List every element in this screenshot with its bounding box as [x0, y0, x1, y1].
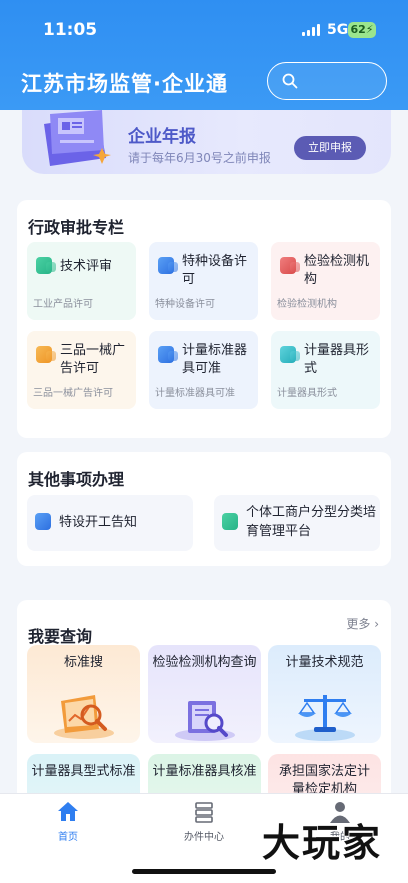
annual-report-banner[interactable]: 企业年报 请于每年6月30号之前申报 立即申报: [22, 110, 391, 174]
more-link[interactable]: 更多 ›: [346, 615, 379, 632]
signal-icon: [302, 24, 322, 36]
tile-ad-license[interactable]: 三品一械广告许可 三品一械广告许可: [27, 331, 136, 409]
magnifier-chart-icon: [54, 695, 114, 739]
other-section-title: 其他事项办理: [28, 470, 125, 489]
tile-sublabel: 三品一械广告许可: [33, 388, 113, 399]
tile-label: 计量器具型式标准: [31, 764, 136, 779]
battery-icon: 62⚡: [348, 22, 376, 38]
query-inspection-agency[interactable]: 检验检测机构查询: [148, 645, 261, 743]
query-instrument-type-standard[interactable]: 计量器具型式标准: [27, 754, 140, 793]
tab-home[interactable]: 首页: [18, 800, 118, 846]
tile-label: 检验检测机构: [304, 254, 370, 287]
tile-label: 三品一械广告许可: [60, 343, 126, 376]
document-search-icon: [175, 701, 235, 741]
tile-measure-standard[interactable]: 计量标准器具可准 计量标准器具可准: [149, 331, 258, 409]
tile-tech-review[interactable]: 技术评审 工业产品许可: [27, 242, 136, 320]
tab-label: 办件中心: [184, 832, 224, 843]
banner-subtitle: 请于每年6月30号之前申报: [128, 151, 271, 165]
tile-special-equipment[interactable]: 特种设备许可 特种设备许可: [149, 242, 258, 320]
tile-instrument-form[interactable]: 计量器具形式 计量器具形式: [271, 331, 380, 409]
tile-sublabel: 计量器具形式: [277, 388, 337, 399]
tile-label: 计量标准器具可准: [182, 343, 248, 376]
apply-now-button[interactable]: 立即申报: [294, 136, 366, 160]
battery-level: 62: [350, 23, 366, 36]
search-input[interactable]: [267, 62, 387, 100]
query-measure-tech-spec[interactable]: 计量技术规范: [268, 645, 381, 743]
server-icon: [195, 802, 213, 823]
tab-work-center[interactable]: 办件中心: [154, 800, 254, 846]
query-standard-search[interactable]: 标准搜: [27, 645, 140, 743]
admin-approval-card: 行政审批专栏 技术评审 工业产品许可 特种设备许可 特种设备许可 检验检测机构 …: [17, 200, 391, 438]
start-notice-icon: [35, 513, 51, 530]
tile-label: 标准搜: [63, 655, 103, 670]
special-equipment-icon: [158, 257, 178, 274]
watermark-text: 大玩家: [262, 821, 383, 865]
admin-section-title: 行政审批专栏: [28, 218, 125, 237]
home-icon: [58, 802, 78, 821]
tile-sublabel: 工业产品许可: [33, 299, 93, 310]
tile-sublabel: 检验检测机构: [277, 299, 337, 310]
tile-sublabel: 计量标准器具可准: [155, 388, 235, 399]
tile-label: 计量技术规范: [285, 655, 364, 670]
query-national-verification-agency[interactable]: 承担国家法定计量检定机构: [268, 754, 381, 793]
tile-label: 特设开工告知: [59, 515, 138, 530]
tile-individual-business-platform[interactable]: 个体工商户分型分类培育管理平台: [214, 495, 380, 551]
tech-review-icon: [36, 257, 56, 274]
tab-label: 首页: [58, 832, 78, 843]
home-indicator[interactable]: [132, 869, 276, 874]
status-bar: 11:05 5G 62⚡: [0, 0, 408, 52]
app-header: 11:05 5G 62⚡ 江苏市场监管·企业通: [0, 0, 408, 110]
tile-start-notice[interactable]: 特设开工告知: [27, 495, 193, 551]
balance-scale-icon: [295, 695, 355, 741]
tile-label: 计量器具形式: [304, 343, 370, 376]
report-illustration-icon: [44, 110, 111, 166]
tile-inspection-agency[interactable]: 检验检测机构 检验检测机构: [271, 242, 380, 320]
business-platform-icon: [222, 513, 238, 530]
instrument-form-icon: [280, 346, 300, 363]
status-time: 11:05: [43, 20, 98, 40]
more-label: 更多: [346, 617, 371, 631]
tile-label: 技术评审: [60, 259, 113, 274]
other-matters-card: 其他事项办理 特设开工告知 个体工商户分型分类培育管理平台: [17, 452, 391, 566]
query-section-title: 我要查询: [28, 627, 93, 646]
main-content[interactable]: 企业年报 请于每年6月30号之前申报 立即申报 行政审批专栏 技术评审 工业产品…: [0, 110, 408, 793]
network-type: 5G: [327, 22, 349, 38]
tile-label: 检验检测机构查询: [152, 655, 257, 670]
tile-label: 承担国家法定计量检定机构: [278, 764, 370, 793]
tile-label: 个体工商户分型分类培育管理平台: [246, 505, 377, 539]
query-measure-standard-approval[interactable]: 计量标准器具核准: [148, 754, 261, 793]
tile-label: 计量标准器具核准: [152, 764, 257, 779]
tile-label: 特种设备许可: [182, 254, 248, 287]
search-icon: [282, 73, 298, 89]
query-card: 我要查询 更多 › 标准搜 检验检测机构查询 计量技术规范 计量器具型式标准 计…: [17, 600, 391, 793]
measure-standard-icon: [158, 346, 178, 363]
tile-sublabel: 特种设备许可: [155, 299, 215, 310]
chevron-right-icon: ›: [374, 617, 379, 631]
ad-license-icon: [36, 346, 56, 363]
app-title: 江苏市场监管·企业通: [21, 72, 228, 96]
banner-title: 企业年报: [128, 127, 196, 147]
inspection-agency-icon: [280, 257, 300, 274]
